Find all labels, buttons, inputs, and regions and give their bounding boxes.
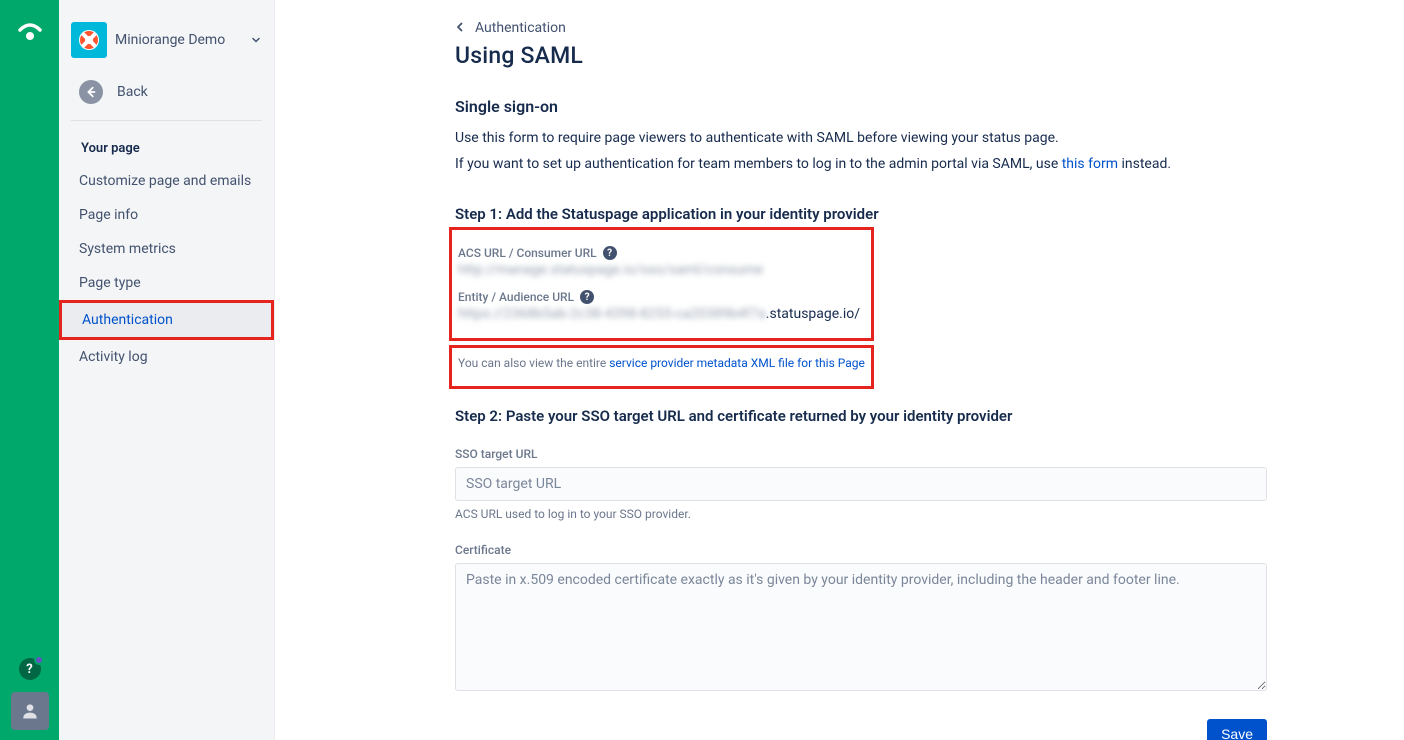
back-button[interactable]: Back: [59, 70, 274, 120]
step1-highlight-box: ACS URL / Consumer URL ? http://manage.s…: [449, 227, 874, 341]
this-form-link[interactable]: this form: [1062, 156, 1118, 172]
help-tooltip-icon[interactable]: ?: [603, 246, 617, 260]
back-arrow-icon: [79, 80, 103, 104]
breadcrumb[interactable]: Authentication: [455, 20, 1267, 42]
chevron-left-icon: [455, 20, 465, 36]
statuspage-logo-icon[interactable]: [15, 22, 45, 42]
sso-heading: Single sign-on: [455, 97, 1267, 116]
sidebar-item-page-type[interactable]: Page type: [59, 266, 274, 300]
sidebar-item-customize[interactable]: Customize page and emails: [59, 164, 274, 198]
breadcrumb-label: Authentication: [475, 20, 566, 36]
sso-desc-2: If you want to set up authentication for…: [455, 154, 1267, 176]
sidebar: Miniorange Demo Back Your page Customize…: [59, 0, 275, 740]
page-switcher-name: Miniorange Demo: [115, 32, 242, 48]
help-tooltip-icon[interactable]: ?: [580, 290, 594, 304]
notification-dot-icon: [34, 655, 44, 665]
metadata-text: You can also view the entire service pro…: [452, 356, 871, 370]
certificate-textarea[interactable]: [455, 563, 1267, 691]
global-rail: ?: [0, 0, 59, 740]
page-icon: [71, 22, 107, 58]
sso-desc-1: Use this form to require page viewers to…: [455, 128, 1267, 150]
certificate-label: Certificate: [455, 543, 1267, 557]
back-label: Back: [117, 84, 148, 100]
sidebar-heading: Your page: [59, 133, 274, 164]
step2-heading: Step 2: Paste your SSO target URL and ce…: [455, 407, 1267, 425]
acs-url-value: http://manage.statuspage.io/sso/saml/con…: [452, 260, 871, 290]
sso-target-helper: ACS URL used to log in to your SSO provi…: [455, 507, 1267, 521]
sso-target-label: SSO target URL: [455, 447, 1267, 461]
metadata-link[interactable]: service provider metadata XML file for t…: [609, 356, 865, 370]
step1-heading: Step 1: Add the Statuspage application i…: [455, 205, 1267, 223]
acs-url-label: ACS URL / Consumer URL ?: [452, 246, 871, 260]
page-title: Using SAML: [455, 42, 1267, 69]
sidebar-item-authentication[interactable]: Authentication: [59, 300, 274, 340]
sidebar-divider: [71, 120, 262, 121]
save-button[interactable]: Save: [1207, 719, 1267, 740]
page-switcher[interactable]: Miniorange Demo: [59, 14, 274, 70]
sidebar-item-page-info[interactable]: Page info: [59, 198, 274, 232]
chevron-down-icon: [250, 31, 262, 50]
entity-url-value: https://2368b5ab-2c38-4398-8255-ca20389b…: [452, 304, 871, 322]
help-icon[interactable]: ?: [19, 658, 41, 680]
metadata-highlight-box: You can also view the entire service pro…: [449, 345, 874, 389]
entity-url-label: Entity / Audience URL ?: [452, 290, 871, 304]
main-content: Authentication Using SAML Single sign-on…: [275, 0, 1404, 740]
sidebar-item-system-metrics[interactable]: System metrics: [59, 232, 274, 266]
sidebar-nav: Your page Customize page and emails Page…: [59, 133, 274, 374]
sidebar-item-activity-log[interactable]: Activity log: [59, 340, 274, 374]
sso-target-input[interactable]: [455, 467, 1267, 501]
avatar[interactable]: [11, 692, 49, 730]
